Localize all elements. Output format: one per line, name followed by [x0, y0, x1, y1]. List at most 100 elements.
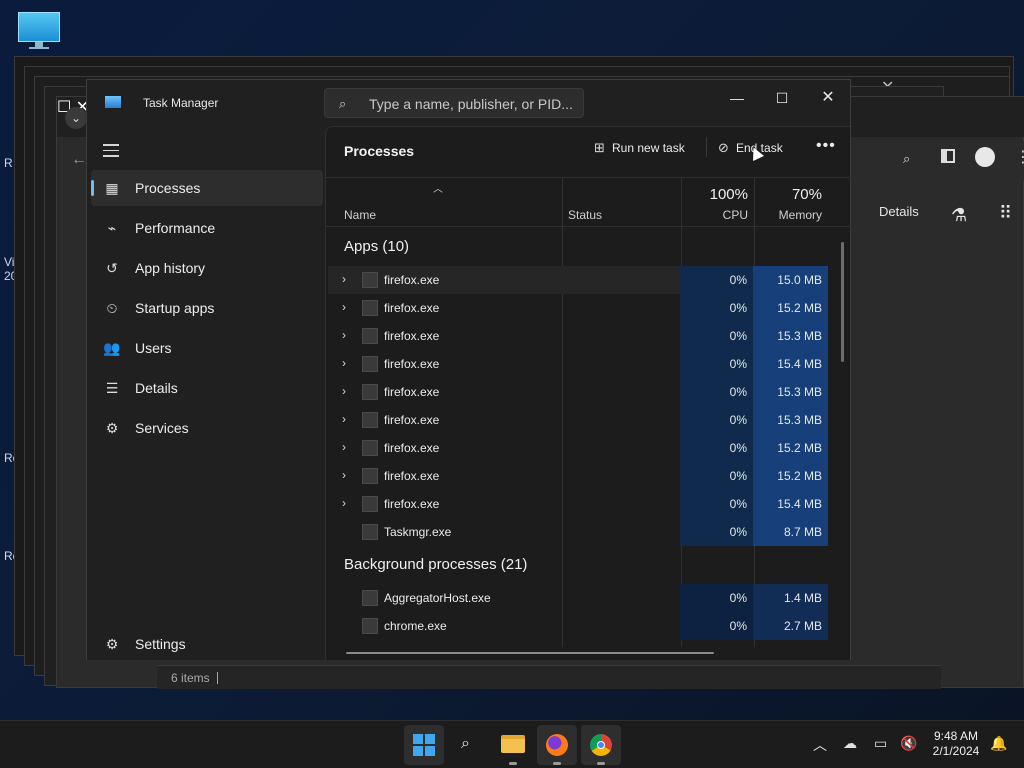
search-box[interactable]: ⌕	[324, 88, 584, 118]
chevron-right-icon[interactable]: ›	[342, 356, 346, 370]
chevron-right-icon[interactable]: ›	[342, 272, 346, 286]
app-history-icon: ↺	[106, 260, 118, 276]
chevron-right-icon[interactable]: ›	[342, 496, 346, 510]
nav-item-app-history[interactable]: ↺ App history	[91, 250, 323, 286]
nav-label: Processes	[135, 180, 201, 196]
process-row[interactable]: AggregatorHost.exe 0% 1.4 MB	[328, 584, 828, 612]
page-title: Processes	[344, 143, 415, 159]
chevron-right-icon[interactable]: ›	[342, 468, 346, 482]
this-pc-desktop-icon[interactable]	[18, 12, 60, 49]
app-icon	[362, 468, 378, 484]
close-button[interactable]: ✕	[805, 84, 851, 112]
chevron-right-icon[interactable]: ›	[342, 384, 346, 398]
nav-item-settings[interactable]: ⚙ Settings	[91, 626, 323, 656]
chevron-right-icon[interactable]: ›	[342, 300, 346, 314]
memory-value: 15.2 MB	[753, 434, 828, 462]
memory-value: 15.4 MB	[753, 350, 828, 378]
back-arrow-icon[interactable]: ←	[71, 151, 87, 169]
column-memory[interactable]: Memory	[754, 208, 822, 222]
nav-item-performance[interactable]: ⌁ Performance	[91, 210, 323, 246]
search-icon[interactable]: ⌕	[903, 151, 910, 167]
memory-value: 15.3 MB	[753, 322, 828, 350]
process-row[interactable]: › firefox.exe 0% 15.3 MB	[328, 322, 828, 350]
background-group-header[interactable]: Background processes (21)	[344, 556, 527, 573]
vertical-scrollbar[interactable]	[841, 242, 844, 362]
process-row[interactable]: › firefox.exe 0% 15.2 MB	[328, 294, 828, 322]
volume-muted-icon[interactable]: 🔇	[900, 735, 917, 752]
maximize-button[interactable]: ☐	[759, 84, 805, 112]
process-row[interactable]: chrome.exe 0% 2.7 MB	[328, 612, 828, 640]
process-name: firefox.exe	[384, 469, 440, 483]
process-row[interactable]: › firefox.exe 0% 15.0 MB	[328, 266, 828, 294]
nav-item-startup-apps[interactable]: ⏲ Startup apps	[91, 290, 323, 326]
end-task-icon: ⊘	[718, 140, 729, 155]
sidebar-icon[interactable]	[941, 149, 955, 163]
app-icon	[362, 328, 378, 344]
process-name: firefox.exe	[384, 329, 440, 343]
horizontal-scrollbar[interactable]	[346, 652, 714, 654]
show-hidden-icons-chevron-icon[interactable]: ︿	[813, 735, 827, 755]
nav-label: Performance	[135, 220, 216, 236]
app-icon	[362, 356, 378, 372]
file-explorer-button[interactable]	[493, 725, 533, 765]
cloud-offline-icon[interactable]: ☁	[843, 735, 857, 752]
nav-label: Services	[135, 420, 189, 436]
running-indicator	[509, 762, 517, 765]
run-new-task-button[interactable]: ⊞ Run new task	[594, 140, 685, 156]
chevron-right-icon[interactable]: ›	[342, 412, 346, 426]
cpu-value: 0%	[680, 518, 753, 546]
process-row[interactable]: › firefox.exe 0% 15.4 MB	[328, 350, 828, 378]
flask-icon[interactable]: ⚗	[951, 205, 967, 226]
process-row[interactable]: › firefox.exe 0% 15.2 MB	[328, 434, 828, 462]
more-options-icon[interactable]: •••	[816, 137, 836, 155]
search-input[interactable]	[369, 93, 574, 115]
column-header-row: ︿ Name Status 100% CPU 70% Memory	[326, 177, 851, 227]
process-row[interactable]: › firefox.exe 0% 15.3 MB	[328, 406, 828, 434]
sort-ascending-icon[interactable]: ︿	[433, 180, 443, 195]
chevron-right-icon[interactable]: ›	[342, 440, 346, 454]
more-vertical-icon[interactable]: ⋮	[1015, 147, 1024, 167]
details-tab[interactable]: Details	[879, 204, 919, 219]
users-icon: 👥	[103, 340, 121, 356]
memory-value: 15.4 MB	[753, 490, 828, 518]
column-cpu[interactable]: CPU	[682, 208, 748, 222]
taskbar: ⌕ ︿ ☁ ▭ 🔇 9:48 AM 2/1/2024 🔔	[0, 720, 1024, 768]
nav-item-details[interactable]: ☰ Details	[91, 370, 323, 406]
minimize-button[interactable]: —	[714, 84, 760, 112]
app-icon	[362, 300, 378, 316]
chevron-down-icon[interactable]: ⌄	[65, 107, 87, 129]
process-row[interactable]: › firefox.exe 0% 15.3 MB	[328, 378, 828, 406]
status-bar: 6 items	[157, 665, 941, 689]
nav-item-services[interactable]: ⚙ Services	[91, 410, 323, 446]
nav-item-users[interactable]: 👥 Users	[91, 330, 323, 366]
chrome-button[interactable]	[581, 725, 621, 765]
notification-bell-icon[interactable]: 🔔	[990, 735, 1007, 752]
title-bar[interactable]: Task Manager ⌕ — ☐ ✕	[87, 80, 850, 126]
task-manager-app-icon	[105, 96, 121, 108]
nav-item-processes[interactable]: ▦ Processes	[91, 170, 323, 206]
column-name[interactable]: Name	[344, 208, 376, 222]
profile-icon[interactable]	[975, 147, 995, 167]
column-status[interactable]: Status	[568, 208, 602, 222]
clock[interactable]: 9:48 AM 2/1/2024	[926, 729, 986, 759]
start-button[interactable]	[404, 725, 444, 765]
network-icon[interactable]: ▭	[874, 735, 887, 752]
item-count: 6 items	[171, 671, 210, 685]
search-icon: ⌕	[339, 96, 347, 111]
navigation-pane: ▦ Processes ⌁ Performance ↺ App history …	[87, 126, 325, 660]
search-icon: ⌕	[461, 735, 470, 752]
hamburger-menu-icon[interactable]	[103, 144, 119, 161]
process-row[interactable]: › firefox.exe 0% 15.2 MB	[328, 462, 828, 490]
apps-group-header[interactable]: Apps (10)	[344, 238, 409, 255]
processes-icon: ▦	[105, 180, 119, 196]
firefox-button[interactable]	[537, 725, 577, 765]
nav-label: Settings	[135, 636, 186, 652]
running-indicator	[597, 762, 605, 765]
chevron-right-icon[interactable]: ›	[342, 328, 346, 342]
process-name: firefox.exe	[384, 413, 440, 427]
clock-date: 2/1/2024	[932, 744, 980, 758]
process-row[interactable]: Taskmgr.exe 0% 8.7 MB	[328, 518, 828, 546]
process-row[interactable]: › firefox.exe 0% 15.4 MB	[328, 490, 828, 518]
search-button[interactable]: ⌕	[449, 725, 489, 765]
apps-grid-icon[interactable]: ⠿	[999, 203, 1012, 224]
